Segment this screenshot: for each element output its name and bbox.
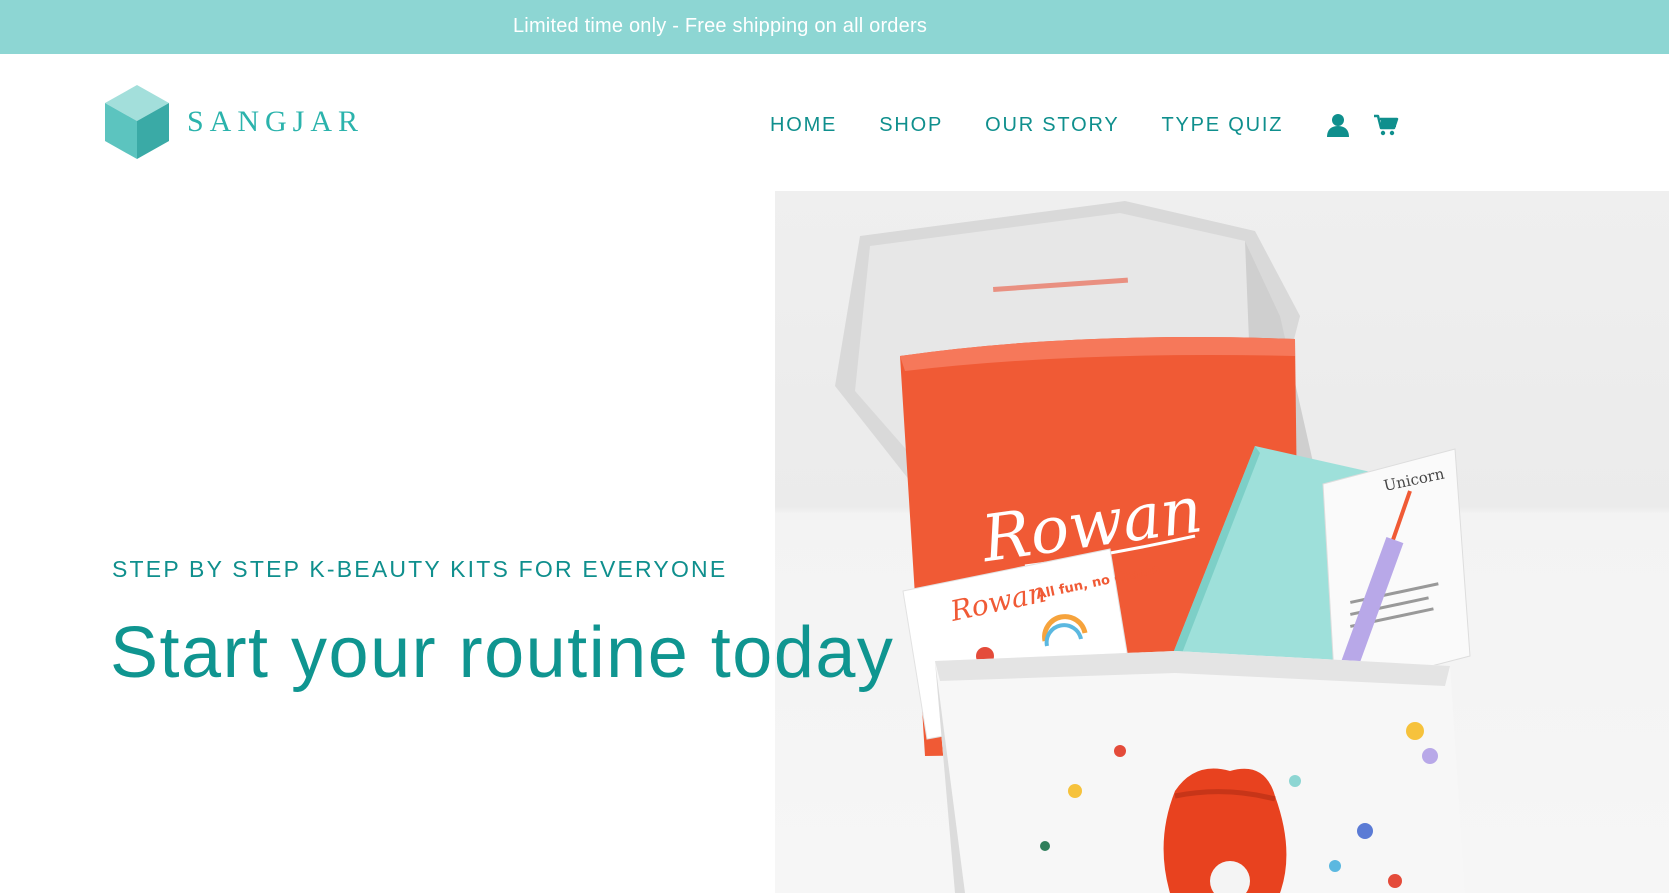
nav-shop[interactable]: SHOP xyxy=(879,114,943,137)
nav-our-story[interactable]: OUR STORY xyxy=(985,114,1119,137)
main-nav: HOME SHOP OUR STORY TYPE QUIZ xyxy=(770,112,1421,138)
cube-logo-icon xyxy=(105,85,169,159)
hero-title: Start your routine today xyxy=(110,613,895,693)
site-header: SANGJAR HOME SHOP OUR STORY TYPE QUIZ xyxy=(0,54,1669,190)
logo-text: SANGJAR xyxy=(187,105,365,138)
account-icon[interactable] xyxy=(1325,112,1351,138)
logo-link[interactable]: SANGJAR xyxy=(103,83,364,161)
hero-image: Rowan Unicorn Rowan All fun, no drama xyxy=(775,191,1669,893)
cart-icon[interactable] xyxy=(1373,113,1399,137)
subscription-box-illustration: Rowan Unicorn Rowan All fun, no drama xyxy=(835,201,1471,893)
nav-type-quiz[interactable]: TYPE QUIZ xyxy=(1161,114,1283,137)
hero-subtitle: STEP BY STEP K-BEAUTY KITS FOR EVERYONE xyxy=(112,556,728,582)
announcement-text: Limited time only - Free shipping on all… xyxy=(512,15,928,37)
announcement-bar: Limited time only - Free shipping on all… xyxy=(0,0,1669,54)
nav-home[interactable]: HOME xyxy=(770,114,837,137)
